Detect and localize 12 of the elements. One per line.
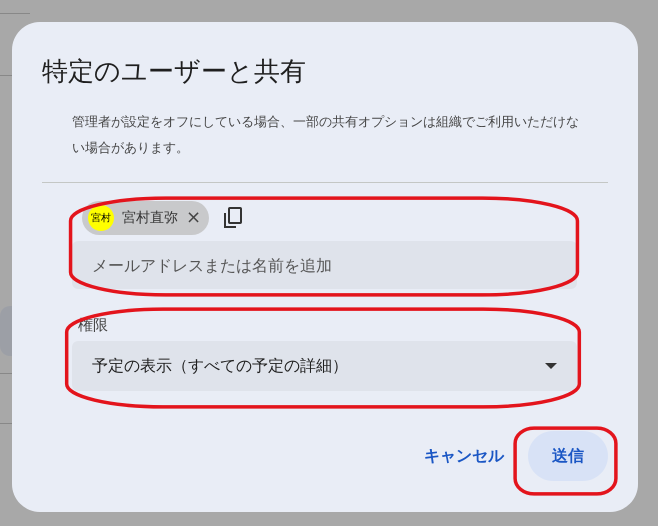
person-chip[interactable]: 宮村 宮村直弥 × (82, 201, 210, 235)
remove-button[interactable]: × (186, 209, 202, 227)
permission-select[interactable]: 予定の表示（すべての予定の詳細） (72, 341, 577, 391)
send-button[interactable]: 送信 (528, 431, 608, 481)
avatar: 宮村 (88, 205, 114, 231)
copy-icon[interactable] (223, 207, 244, 229)
cancel-button[interactable]: キャンセル (424, 444, 504, 468)
dropdown-caret-icon (545, 363, 557, 369)
dialog-title: 特定のユーザーと共有 (42, 56, 306, 89)
chip-name: 宮村直弥 (122, 208, 178, 228)
notice-text: 管理者が設定をオフにしている場合、一部の共有オプションは組織でご利用いただけない場合があります。 (71, 114, 580, 158)
input-field[interactable]: メールアドレスまたは名前を追加 (72, 241, 577, 289)
